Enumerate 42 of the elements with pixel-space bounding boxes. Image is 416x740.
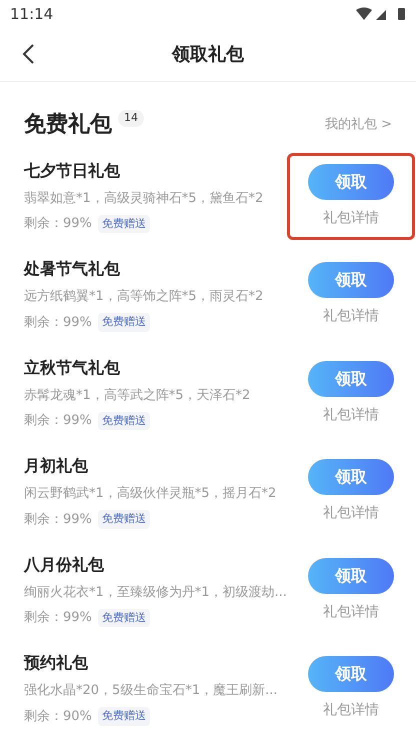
remaining-text: 剩余：99% — [24, 215, 92, 234]
claim-button[interactable]: 领取 — [308, 656, 394, 692]
gift-name: 预约礼包 — [24, 652, 89, 674]
claim-button[interactable]: 领取 — [308, 164, 394, 200]
claim-button[interactable]: 领取 — [308, 459, 394, 496]
free-tag: 免费赠送 — [98, 412, 150, 430]
gift-details-link[interactable]: 礼包详情 — [323, 404, 379, 426]
remaining-text: 剩余：99% — [24, 609, 92, 628]
remaining-text: 剩余：99% — [24, 510, 92, 529]
free-tag: 免费赠送 — [98, 608, 150, 628]
page-title: 领取礼包 — [172, 43, 244, 67]
gift-name: 七夕节日礼包 — [24, 160, 121, 182]
remaining-text: 剩余：90% — [24, 708, 92, 726]
gift-details-link[interactable]: 礼包详情 — [323, 306, 379, 328]
gift-contents: 远方纸鹤翼*1，高等饰之阵*5，雨灵石*2 — [24, 288, 264, 306]
gift-details-link[interactable]: 礼包详情 — [323, 208, 379, 229]
gift-name: 处暑节气礼包 — [24, 258, 121, 280]
claim-button[interactable]: 领取 — [308, 262, 394, 298]
my-gifts-link[interactable]: 我的礼包 > — [324, 114, 392, 134]
gift-details-link[interactable]: 礼包详情 — [323, 602, 379, 623]
gift-contents: 绚丽火花衣*1，至臻级修为丹*1，初级渡劫... — [24, 584, 287, 602]
section-title: 免费礼包 — [24, 111, 112, 139]
free-tag: 免费赠送 — [98, 707, 150, 726]
gift-name: 立秋节气礼包 — [24, 356, 121, 379]
status-icons — [356, 7, 406, 21]
gift-name: 八月份礼包 — [24, 554, 105, 576]
free-tag: 免费赠送 — [98, 313, 150, 332]
free-tag: 免费赠送 — [98, 214, 150, 234]
gift-contents: 闲云野鹤武*1，高级伙伴灵瓶*5，摇月石*2 — [24, 485, 276, 504]
status-time: 11:14 — [10, 4, 54, 25]
remaining-text: 剩余：99% — [24, 412, 92, 430]
gift-contents: 翡翠如意*1，高级灵骑神石*5，黛鱼石*2 — [24, 190, 264, 208]
gift-contents: 强化水晶*20，5级生命宝石*1，魔王刷新... — [24, 682, 278, 700]
claim-button[interactable]: 领取 — [308, 360, 394, 397]
gift-details-link[interactable]: 礼包详情 — [323, 503, 379, 524]
count-badge: 14 — [118, 110, 144, 126]
claim-button[interactable]: 领取 — [308, 558, 394, 594]
gift-name: 月初礼包 — [24, 455, 89, 478]
gift-contents: 赤髯龙魂*1，高等武之阵*5，天泽石*2 — [24, 386, 250, 405]
gift-details-link[interactable]: 礼包详情 — [323, 700, 379, 722]
free-tag: 免费赠送 — [98, 510, 150, 529]
remaining-text: 剩余：99% — [24, 314, 92, 332]
